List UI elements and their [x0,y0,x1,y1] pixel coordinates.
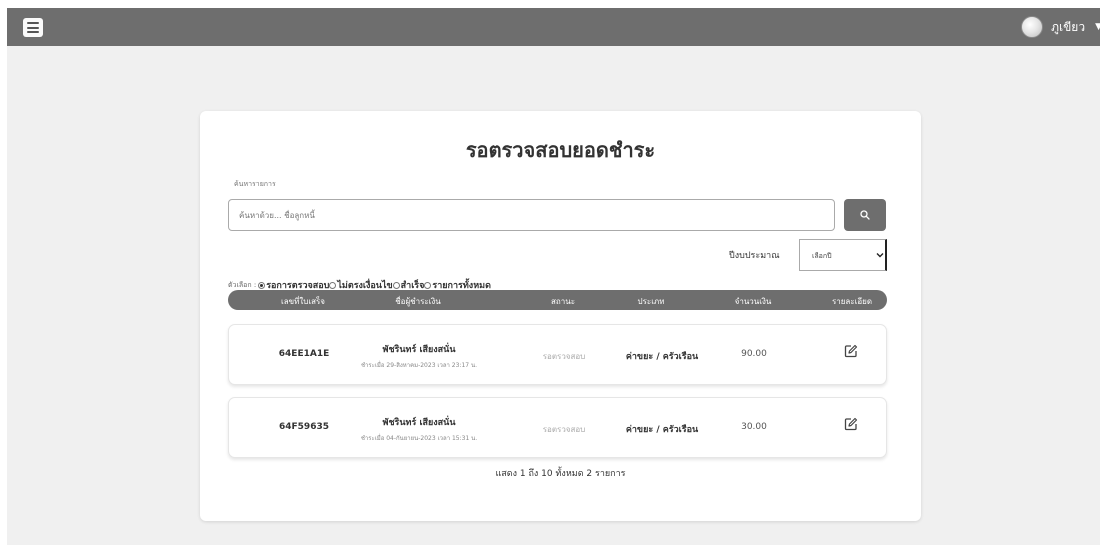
fiscal-year-select[interactable]: เลือกปี [799,239,887,271]
table-header: เลขที่ใบเสร็จ ชื่อผู้ชำระเงิน สถานะ ประเ… [228,290,887,310]
page-title: รอตรวจสอบยอดชำระ [465,138,656,162]
search-label: ค้นหารายการ [234,180,276,188]
column-header-details: รายละเอียด [831,297,873,306]
search-input[interactable] [228,199,835,231]
payer-name: พัชรินทร์ เสียงสนั่น [382,418,456,428]
paid-at: ชำระเมื่อ 29-สิงหาคม-2023 เวลา 23:17 น. [360,362,477,369]
column-header-status: สถานะ [551,297,575,306]
fiscal-year-label: ปีงบประมาณ [729,251,780,261]
fiscal-year-value: เลือกปี [812,252,832,260]
search-button[interactable] [844,199,886,231]
amount: 30.00 [741,422,767,432]
edit-icon[interactable] [844,417,858,431]
user-menu[interactable]: ภูเขียว ▼ [1021,14,1100,40]
chevron-down-icon[interactable]: ▼ [1095,22,1100,32]
radio[interactable] [424,281,432,289]
paid-at: ชำระเมื่อ 04-กันยายน-2023 เวลา 15:31 น. [360,435,478,442]
table-row: 64F59635 พัชรินทร์ เสียงสนั่น ชำระเมื่อ … [228,397,887,458]
receipt-number: 64F59635 [279,422,329,432]
receipt-number: 64EE1A1E [278,349,330,359]
filter-label: ตัวเลือก : [228,280,257,289]
column-header-payer: ชื่อผู้ชำระเงิน [395,297,441,306]
status-text: รอตรวจสอบ [542,425,586,434]
username[interactable]: ภูเขียว [1051,18,1085,37]
pagination-info: แสดง 1 ถึง 10 ทั้งหมด 2 รายการ [495,469,626,479]
radio[interactable] [392,281,400,289]
payer-name: พัชรินทร์ เสียงสนั่น [382,345,456,355]
column-header-receipt: เลขที่ใบเสร็จ [281,297,325,306]
amount: 90.00 [741,349,767,359]
avatar[interactable] [1021,16,1044,38]
table-row: 64EE1A1E พัชรินทร์ เสียงสนั่น ชำระเมื่อ … [228,324,887,385]
app-screen: ภูเขียว ▼ รอตรวจสอบยอดชำระ ค้นหารายการ ป… [7,8,1100,545]
column-header-amount: จำนวนเงิน [734,297,772,306]
radio-selected[interactable] [258,281,266,289]
payment-type: ค่าขยะ / ครัวเรือน [625,352,699,362]
top-navbar: ภูเขียว ▼ [7,8,1100,46]
search-icon [860,210,870,220]
edit-icon[interactable] [844,344,858,358]
column-header-type: ประเภท [637,297,665,306]
hamburger-menu-icon[interactable] [23,18,43,37]
chevron-down-icon [876,253,884,258]
radio[interactable] [329,281,337,289]
payment-review-card: รอตรวจสอบยอดชำระ ค้นหารายการ ปีงบประมาณ … [200,111,921,521]
payment-type: ค่าขยะ / ครัวเรือน [625,425,699,435]
status-text: รอตรวจสอบ [542,352,586,361]
